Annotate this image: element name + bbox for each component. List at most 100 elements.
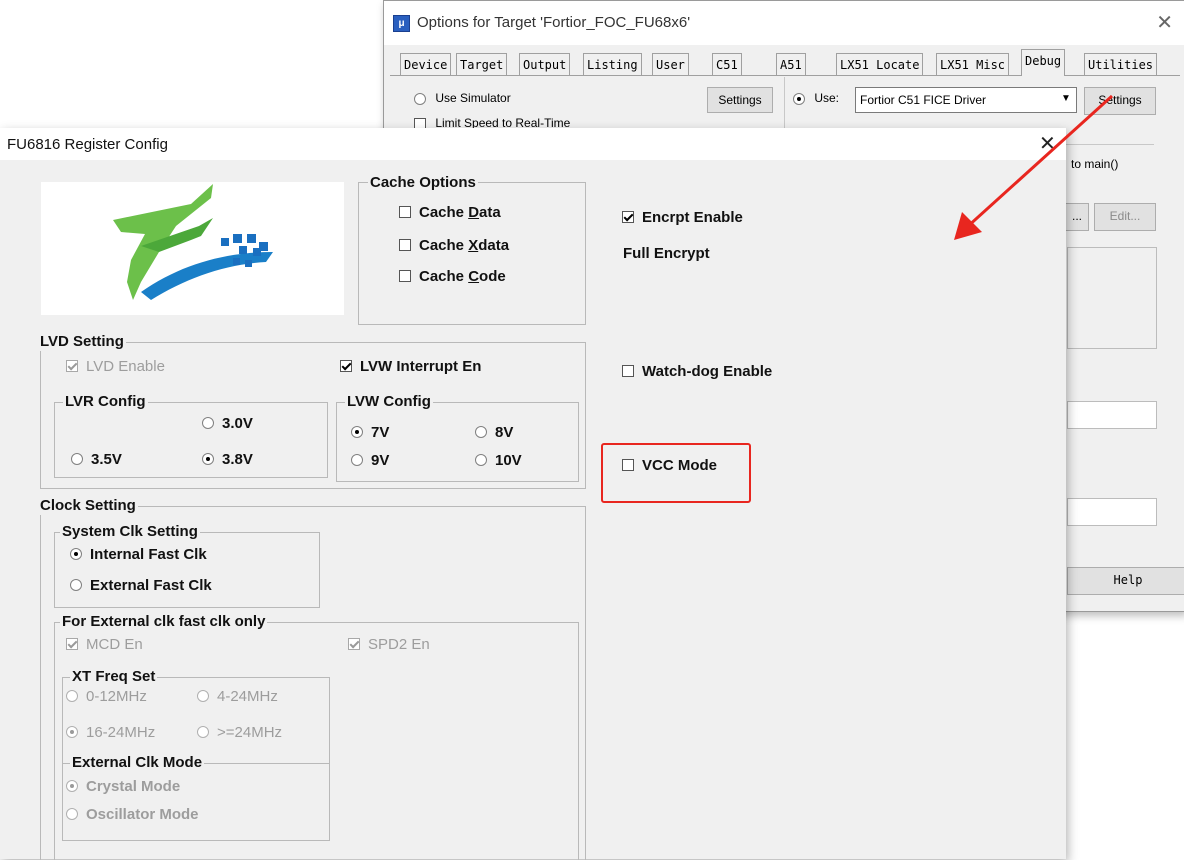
cache-code-option[interactable]: Cache Code [399,268,506,285]
tab-lx51-misc[interactable]: LX51 Misc [936,53,1010,76]
help-button[interactable]: Help [1067,567,1184,595]
tab-output[interactable]: Output [519,53,571,76]
lvr-3-0v-option[interactable]: 3.0V [202,415,253,432]
spd2-en-option[interactable]: SPD2 En [348,636,430,653]
lvw-config-group [336,402,579,482]
lvw-7v-label: 7V [371,424,390,441]
xt-ge-24mhz-radio[interactable] [197,725,209,738]
cache-options-label: Cache Options [368,174,478,192]
use-simulator-option[interactable]: Use Simulator [414,91,511,105]
lvr-3-5v-option[interactable]: 3.5V [71,451,122,468]
use-driver-radio[interactable] [793,92,805,105]
watchdog-enable-option[interactable]: Watch-dog Enable [622,363,772,380]
lvr-3-0v-radio[interactable] [202,416,214,429]
system-clk-label: System Clk Setting [60,523,200,541]
lvd-enable-option[interactable]: LVD Enable [66,358,165,375]
cache-data-checkbox[interactable] [399,205,411,218]
lvw-8v-radio[interactable] [475,425,487,438]
use-driver-option[interactable]: Use: [793,91,839,105]
xt-ge-24mhz-option[interactable]: >=24MHz [197,724,282,741]
lvw-8v-label: 8V [495,424,514,441]
register-config-dialog: FU6816 Register Config ✕ Cache Options C… [0,128,1066,860]
ext-clk-mode-label: External Clk Mode [70,754,205,772]
lvw-7v-option[interactable]: 7V [351,424,389,441]
xt-0-12mhz-label: 0-12MHz [86,688,147,705]
lvd-enable-label: LVD Enable [86,358,165,375]
vcc-mode-highlight-box [601,443,751,503]
cache-xdata-option[interactable]: Cache Xdata [399,237,509,254]
external-fast-clk-label: External Fast Clk [90,577,212,594]
crystal-mode-radio[interactable] [66,779,78,792]
options-close-icon[interactable]: ✕ [1156,10,1173,35]
lvd-enable-checkbox[interactable] [66,359,78,372]
clock-setting-label: Clock Setting [38,497,138,515]
xt-16-24mhz-radio[interactable] [66,725,78,738]
internal-fast-clk-option[interactable]: Internal Fast Clk [70,546,207,563]
lvw-9v-radio[interactable] [351,453,363,466]
tab-listing[interactable]: Listing [583,53,642,76]
config-dialog-title: FU6816 Register Config [7,136,168,153]
cache-code-label: Cache Code [419,268,506,285]
ext-clk-mode-group [62,763,330,841]
lvr-3-8v-label: 3.8V [222,451,253,468]
tab-a51[interactable]: A51 [776,53,806,76]
spd2-en-checkbox[interactable] [348,637,360,650]
mcd-en-checkbox[interactable] [66,637,78,650]
simulator-settings-button[interactable]: Settings [707,87,773,113]
encrypt-enable-checkbox[interactable] [622,210,634,223]
lvr-3-8v-radio[interactable] [202,452,214,465]
dll-field-2[interactable] [1067,498,1157,526]
lvr-3-8v-option[interactable]: 3.8V [202,451,253,468]
use-simulator-radio[interactable] [414,92,426,105]
encrypt-enable-label: Encrpt Enable [642,209,743,226]
lvw-9v-option[interactable]: 9V [351,452,389,469]
lvw-interrupt-checkbox[interactable] [340,359,352,372]
cache-data-option[interactable]: Cache Data [399,204,501,221]
mcd-en-label: MCD En [86,636,143,653]
internal-fast-clk-radio[interactable] [70,547,82,560]
tab-utilities[interactable]: Utilities [1084,53,1158,76]
crystal-mode-option[interactable]: Crystal Mode [66,778,180,795]
lvw-interrupt-option[interactable]: LVW Interrupt En [340,358,481,375]
xt-0-12mhz-option[interactable]: 0-12MHz [66,688,147,705]
cache-xdata-checkbox[interactable] [399,238,411,251]
oscillator-mode-option[interactable]: Oscillator Mode [66,806,199,823]
lvw-8v-option[interactable]: 8V [475,424,513,441]
full-encrypt-label: Full Encrypt [623,245,710,262]
xt-freq-label: XT Freq Set [70,668,158,686]
lvr-3-5v-radio[interactable] [71,452,83,465]
options-titlebar: μ Options for Target 'Fortior_FOC_FU68x6… [384,1,1184,45]
watchdog-enable-checkbox[interactable] [622,364,634,377]
xt-4-24mhz-label: 4-24MHz [217,688,278,705]
init-file-box [1067,247,1157,349]
tab-device[interactable]: Device [400,53,452,76]
fortior-logo-icon [113,184,273,300]
xt-0-12mhz-radio[interactable] [66,689,78,702]
options-window-title: Options for Target 'Fortior_FOC_FU68x6' [417,14,691,31]
external-fast-clk-option[interactable]: External Fast Clk [70,577,212,594]
tab-user[interactable]: User [652,53,689,76]
xt-16-24mhz-option[interactable]: 16-24MHz [66,724,155,741]
xt-4-24mhz-radio[interactable] [197,689,209,702]
internal-fast-clk-label: Internal Fast Clk [90,546,207,563]
lvw-10v-radio[interactable] [475,453,487,466]
mcd-en-option[interactable]: MCD En [66,636,143,653]
tab-target[interactable]: Target [456,53,508,76]
lvr-3-5v-label: 3.5V [91,451,122,468]
fortior-logo [41,182,344,315]
cache-code-checkbox[interactable] [399,269,411,282]
tab-debug[interactable]: Debug [1021,49,1066,76]
external-only-label: For External clk fast clk only [60,613,268,631]
annotation-arrow-icon [954,94,1114,240]
lvw-10v-label: 10V [495,452,522,469]
external-fast-clk-radio[interactable] [70,578,82,591]
oscillator-mode-radio[interactable] [66,807,78,820]
tab-lx51-locate[interactable]: LX51 Locate [836,53,924,76]
encrypt-enable-option[interactable]: Encrpt Enable [622,209,743,226]
tab-c51[interactable]: C51 [712,53,742,76]
lvd-setting-label: LVD Setting [38,333,126,351]
xt-4-24mhz-option[interactable]: 4-24MHz [197,688,278,705]
lvw-7v-radio[interactable] [351,425,363,438]
lvw-10v-option[interactable]: 10V [475,452,522,469]
dll-field-1[interactable] [1067,401,1157,429]
